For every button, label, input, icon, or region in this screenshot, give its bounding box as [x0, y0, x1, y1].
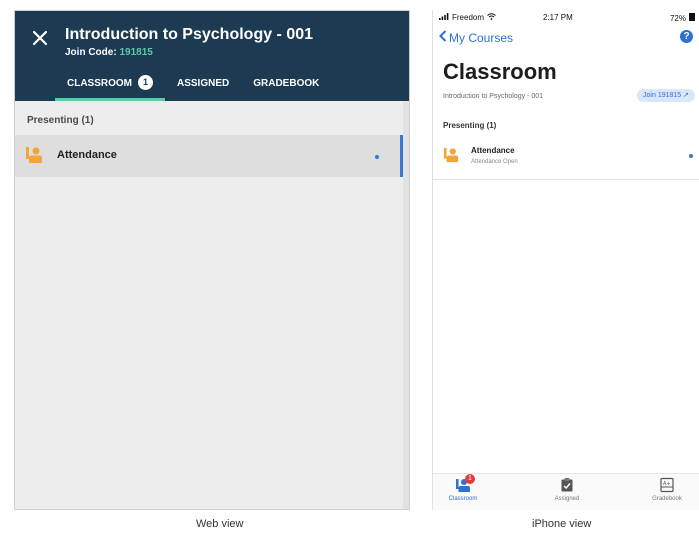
classroom-tab-icon: 1: [455, 474, 475, 493]
battery-percent: 72%: [669, 13, 686, 23]
battery-icon: [689, 13, 695, 23]
presenter-icon: [443, 147, 459, 168]
tab-gradebook-label: GRADEBOOK: [253, 78, 320, 89]
join-code-value: 191815: [119, 47, 153, 58]
attendance-label: Attendance: [57, 149, 117, 161]
web-view-caption: Web view: [196, 518, 244, 530]
status-bar: Freedom 2:17 PM 72%: [433, 10, 699, 26]
tab-gradebook-label: Gradebook: [652, 496, 682, 502]
back-button-label: My Courses: [449, 30, 514, 45]
back-button[interactable]: My Courses: [439, 30, 513, 45]
attendance-list-item[interactable]: Attendance: [15, 135, 407, 177]
tab-classroom-label: Classroom: [448, 496, 478, 502]
classroom-count-badge: 1: [465, 474, 475, 484]
course-title: Introduction to Psychology - 001: [65, 26, 314, 43]
presenting-section-label: Presenting (1): [443, 121, 497, 130]
join-code-label: Join Code:: [65, 47, 117, 58]
tab-classroom[interactable]: CLASSROOM 1: [55, 75, 165, 101]
join-code: Join Code: 191815: [65, 47, 153, 58]
tab-assigned[interactable]: Assigned: [537, 477, 597, 502]
course-name: Introduction to Psychology - 001: [443, 93, 544, 100]
presenting-section-label: Presenting (1): [27, 115, 94, 126]
iphone-view-panel: Freedom 2:17 PM 72% My Courses ? Classro…: [432, 10, 699, 510]
course-header: Introduction to Psychology - 001 Join Co…: [15, 11, 409, 101]
join-code-button[interactable]: Join 191815 ↗: [637, 89, 695, 102]
attendance-label: Attendance: [471, 146, 515, 155]
tab-bar: CLASSROOM 1 ASSIGNED GRADEBOOK: [55, 75, 331, 101]
attendance-status: Attendance Open: [471, 159, 518, 165]
iphone-view-caption: iPhone view: [532, 518, 592, 530]
classroom-count-badge: 1: [138, 75, 153, 90]
carrier-name: Freedom: [452, 13, 485, 22]
tab-classroom[interactable]: 1 Classroom: [433, 474, 493, 502]
clipboard-check-icon: [559, 477, 575, 493]
tab-assigned-label: ASSIGNED: [177, 78, 230, 89]
tab-assigned[interactable]: ASSIGNED: [165, 75, 241, 101]
attendance-list-item[interactable]: Attendance Attendance Open: [433, 137, 699, 180]
help-button[interactable]: ?: [680, 30, 693, 43]
tab-classroom-label: CLASSROOM: [67, 78, 132, 89]
gradebook-icon: A+: [659, 477, 675, 493]
close-icon[interactable]: [31, 29, 49, 47]
unread-dot: [689, 154, 693, 158]
chevron-left-icon: [439, 30, 447, 45]
tab-assigned-label: Assigned: [554, 496, 580, 502]
wifi-icon: [487, 13, 496, 22]
page-title: Classroom: [443, 59, 557, 84]
presenter-icon: [25, 146, 43, 169]
tab-gradebook[interactable]: A+ Gradebook: [637, 477, 697, 502]
unread-dot: [375, 155, 379, 159]
svg-text:A+: A+: [663, 481, 671, 487]
web-view-panel: Introduction to Psychology - 001 Join Co…: [14, 10, 410, 510]
status-time: 2:17 PM: [543, 13, 573, 22]
scrollbar[interactable]: [403, 101, 409, 509]
tab-gradebook[interactable]: GRADEBOOK: [241, 75, 331, 101]
signal-icon: [439, 13, 449, 22]
bottom-tab-bar: 1 Classroom Assigned A+ Gradebook: [433, 473, 699, 510]
